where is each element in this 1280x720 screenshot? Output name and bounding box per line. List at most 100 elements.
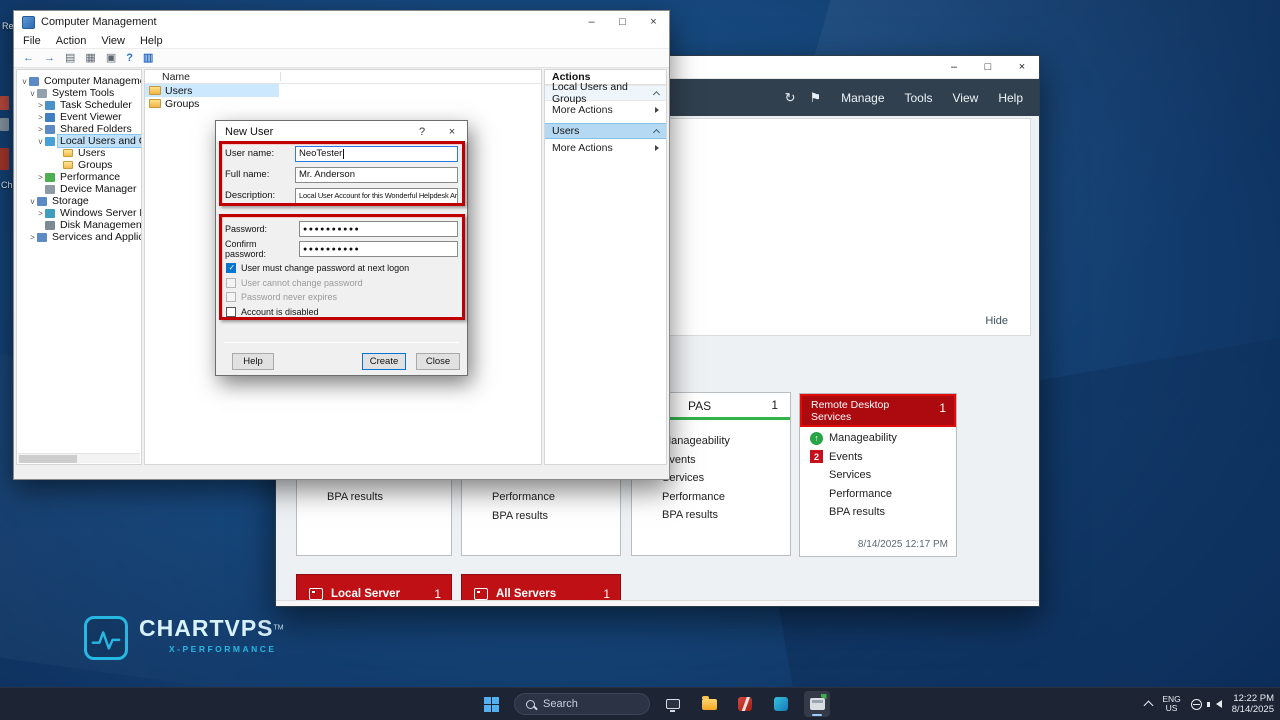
tree-item[interactable]: v System Tools bbox=[18, 87, 141, 99]
expander-icon[interactable]: v bbox=[36, 137, 45, 146]
tree-item[interactable]: v Storage bbox=[18, 195, 141, 207]
horizontal-scrollbar[interactable] bbox=[276, 600, 1039, 606]
close-button[interactable]: × bbox=[1005, 56, 1039, 78]
actions-group-header[interactable]: Local Users and Groups bbox=[545, 85, 666, 101]
maximize-button[interactable]: □ bbox=[607, 11, 638, 33]
menu-item[interactable]: Manage bbox=[841, 91, 884, 105]
checkbox[interactable] bbox=[226, 263, 236, 273]
tree-item[interactable]: v Computer Management (Local) bbox=[18, 75, 141, 87]
horizontal-scrollbar[interactable] bbox=[18, 453, 140, 463]
tile-row[interactable]: Performance bbox=[632, 488, 790, 507]
collapse-icon[interactable] bbox=[653, 129, 660, 136]
nav-icon[interactable]: ⚑ bbox=[809, 90, 821, 105]
text-input[interactable]: Mr. Anderson bbox=[295, 167, 458, 183]
toolbar-icon[interactable]: ▥ bbox=[143, 53, 153, 64]
tree-item[interactable]: > Services and Applications bbox=[18, 231, 141, 243]
toolbar-icon[interactable]: ▤ bbox=[65, 53, 75, 64]
password-input[interactable]: ●●●●●●●●●● bbox=[299, 241, 458, 257]
red-app-icon[interactable] bbox=[732, 691, 758, 717]
teal-app-icon[interactable] bbox=[768, 691, 794, 717]
nav-icon[interactable]: ↻ bbox=[785, 90, 796, 105]
help-button[interactable]: Help bbox=[232, 353, 274, 370]
tree-item[interactable]: Users bbox=[18, 147, 141, 159]
expander-icon[interactable]: > bbox=[36, 209, 45, 218]
tree-item[interactable]: > Shared Folders bbox=[18, 123, 141, 135]
menu-item[interactable]: Action bbox=[56, 35, 87, 47]
more-actions-item[interactable]: More Actions bbox=[545, 139, 666, 156]
tree-item[interactable]: Disk Management bbox=[18, 219, 141, 231]
computer-management-titlebar[interactable]: Computer Management – □ × bbox=[14, 11, 669, 33]
tree-item[interactable]: v Local Users and Groups bbox=[18, 135, 141, 147]
monitor-app-icon[interactable] bbox=[660, 691, 686, 717]
tree-item[interactable]: > Performance bbox=[18, 171, 141, 183]
column-header-name[interactable]: Name bbox=[145, 70, 541, 84]
checkbox-row[interactable]: User cannot change password bbox=[226, 276, 457, 291]
local-server-tile[interactable]: Local Server 1 bbox=[296, 574, 452, 600]
tile-row[interactable]: Performance bbox=[800, 485, 956, 504]
expander-icon[interactable]: > bbox=[28, 233, 37, 242]
expander-icon[interactable]: > bbox=[36, 125, 45, 134]
text-input[interactable]: Local User Account for this Wonderful He… bbox=[295, 188, 458, 204]
collapse-icon[interactable] bbox=[653, 91, 660, 98]
tile-row[interactable]: Performance bbox=[462, 488, 620, 507]
checkbox[interactable] bbox=[226, 307, 236, 317]
toolbar-icon[interactable]: ← bbox=[23, 53, 34, 64]
menu-item[interactable]: Tools bbox=[905, 91, 933, 105]
toolbar-icon[interactable]: ▦ bbox=[85, 53, 95, 64]
tray-overflow-chevron-icon[interactable] bbox=[1144, 701, 1154, 711]
file-explorer-icon[interactable] bbox=[696, 691, 722, 717]
desktop-icon-fragment[interactable] bbox=[0, 148, 9, 170]
expander-icon[interactable]: > bbox=[36, 173, 45, 182]
minimize-button[interactable]: – bbox=[937, 56, 971, 78]
expander-icon[interactable]: > bbox=[36, 113, 45, 122]
tile-row[interactable]: Services bbox=[800, 466, 956, 485]
tree-item[interactable]: Device Manager bbox=[18, 183, 141, 195]
tile-row[interactable]: BPA results bbox=[632, 506, 790, 525]
taskbar-search[interactable]: Search bbox=[514, 693, 650, 715]
expander-icon[interactable]: v bbox=[28, 197, 37, 206]
server-manager-taskbar-icon[interactable] bbox=[804, 691, 830, 717]
all-servers-tile[interactable]: All Servers 1 bbox=[461, 574, 621, 600]
list-item[interactable]: Groups bbox=[145, 97, 541, 110]
toolbar-icon[interactable]: ? bbox=[126, 53, 133, 64]
text-input[interactable]: NeoTester bbox=[295, 146, 458, 162]
maximize-button[interactable]: □ bbox=[971, 56, 1005, 78]
tile-row[interactable]: 2 Events bbox=[800, 448, 956, 467]
expander-icon[interactable]: v bbox=[20, 77, 29, 86]
list-item[interactable]: Users bbox=[145, 84, 279, 97]
tree-item[interactable]: > Windows Server Backup bbox=[18, 207, 141, 219]
minimize-button[interactable]: – bbox=[576, 11, 607, 33]
desktop-icon-fragment[interactable] bbox=[0, 118, 9, 131]
actions-group-header[interactable]: Users bbox=[545, 123, 666, 139]
menu-item[interactable]: View bbox=[953, 91, 979, 105]
language-indicator[interactable]: ENG US bbox=[1162, 695, 1180, 713]
start-button[interactable] bbox=[478, 691, 504, 717]
tile-row[interactable]: BPA results bbox=[297, 488, 451, 507]
desktop-icon-fragment[interactable] bbox=[0, 96, 9, 110]
checkbox-row[interactable]: User must change password at next logon bbox=[226, 261, 457, 276]
close-button[interactable]: × bbox=[437, 121, 467, 142]
tile-header[interactable]: Remote Desktop Services 1 bbox=[800, 394, 956, 427]
tile-row[interactable]: BPA results bbox=[800, 503, 956, 522]
menu-item[interactable]: View bbox=[101, 35, 125, 47]
clock[interactable]: 12:22 PM 8/14/2025 bbox=[1232, 693, 1274, 715]
checkbox-row[interactable]: Account is disabled bbox=[226, 305, 457, 320]
tile-row[interactable]: BPA results bbox=[462, 507, 620, 526]
password-input[interactable]: ●●●●●●●●●● bbox=[299, 221, 458, 237]
dialog-titlebar[interactable]: New User ? × bbox=[216, 121, 467, 142]
expander-icon[interactable]: > bbox=[36, 101, 45, 110]
checkbox-row[interactable]: Password never expires bbox=[226, 290, 457, 305]
menu-item[interactable]: File bbox=[23, 35, 41, 47]
toolbar-icon[interactable]: ▣ bbox=[106, 53, 116, 64]
network-icon[interactable] bbox=[1191, 699, 1202, 710]
hide-link[interactable]: Hide bbox=[985, 315, 1008, 327]
volume-icon[interactable] bbox=[1216, 700, 1222, 708]
expander-icon[interactable]: v bbox=[28, 89, 37, 98]
scrollbar-thumb[interactable] bbox=[19, 455, 77, 463]
checkbox[interactable] bbox=[226, 292, 236, 302]
menu-item[interactable]: Help bbox=[998, 91, 1023, 105]
tree-item[interactable]: Groups bbox=[18, 159, 141, 171]
close-button[interactable]: × bbox=[638, 11, 669, 33]
menu-item[interactable]: Help bbox=[140, 35, 163, 47]
create-button[interactable]: Create bbox=[362, 353, 406, 370]
